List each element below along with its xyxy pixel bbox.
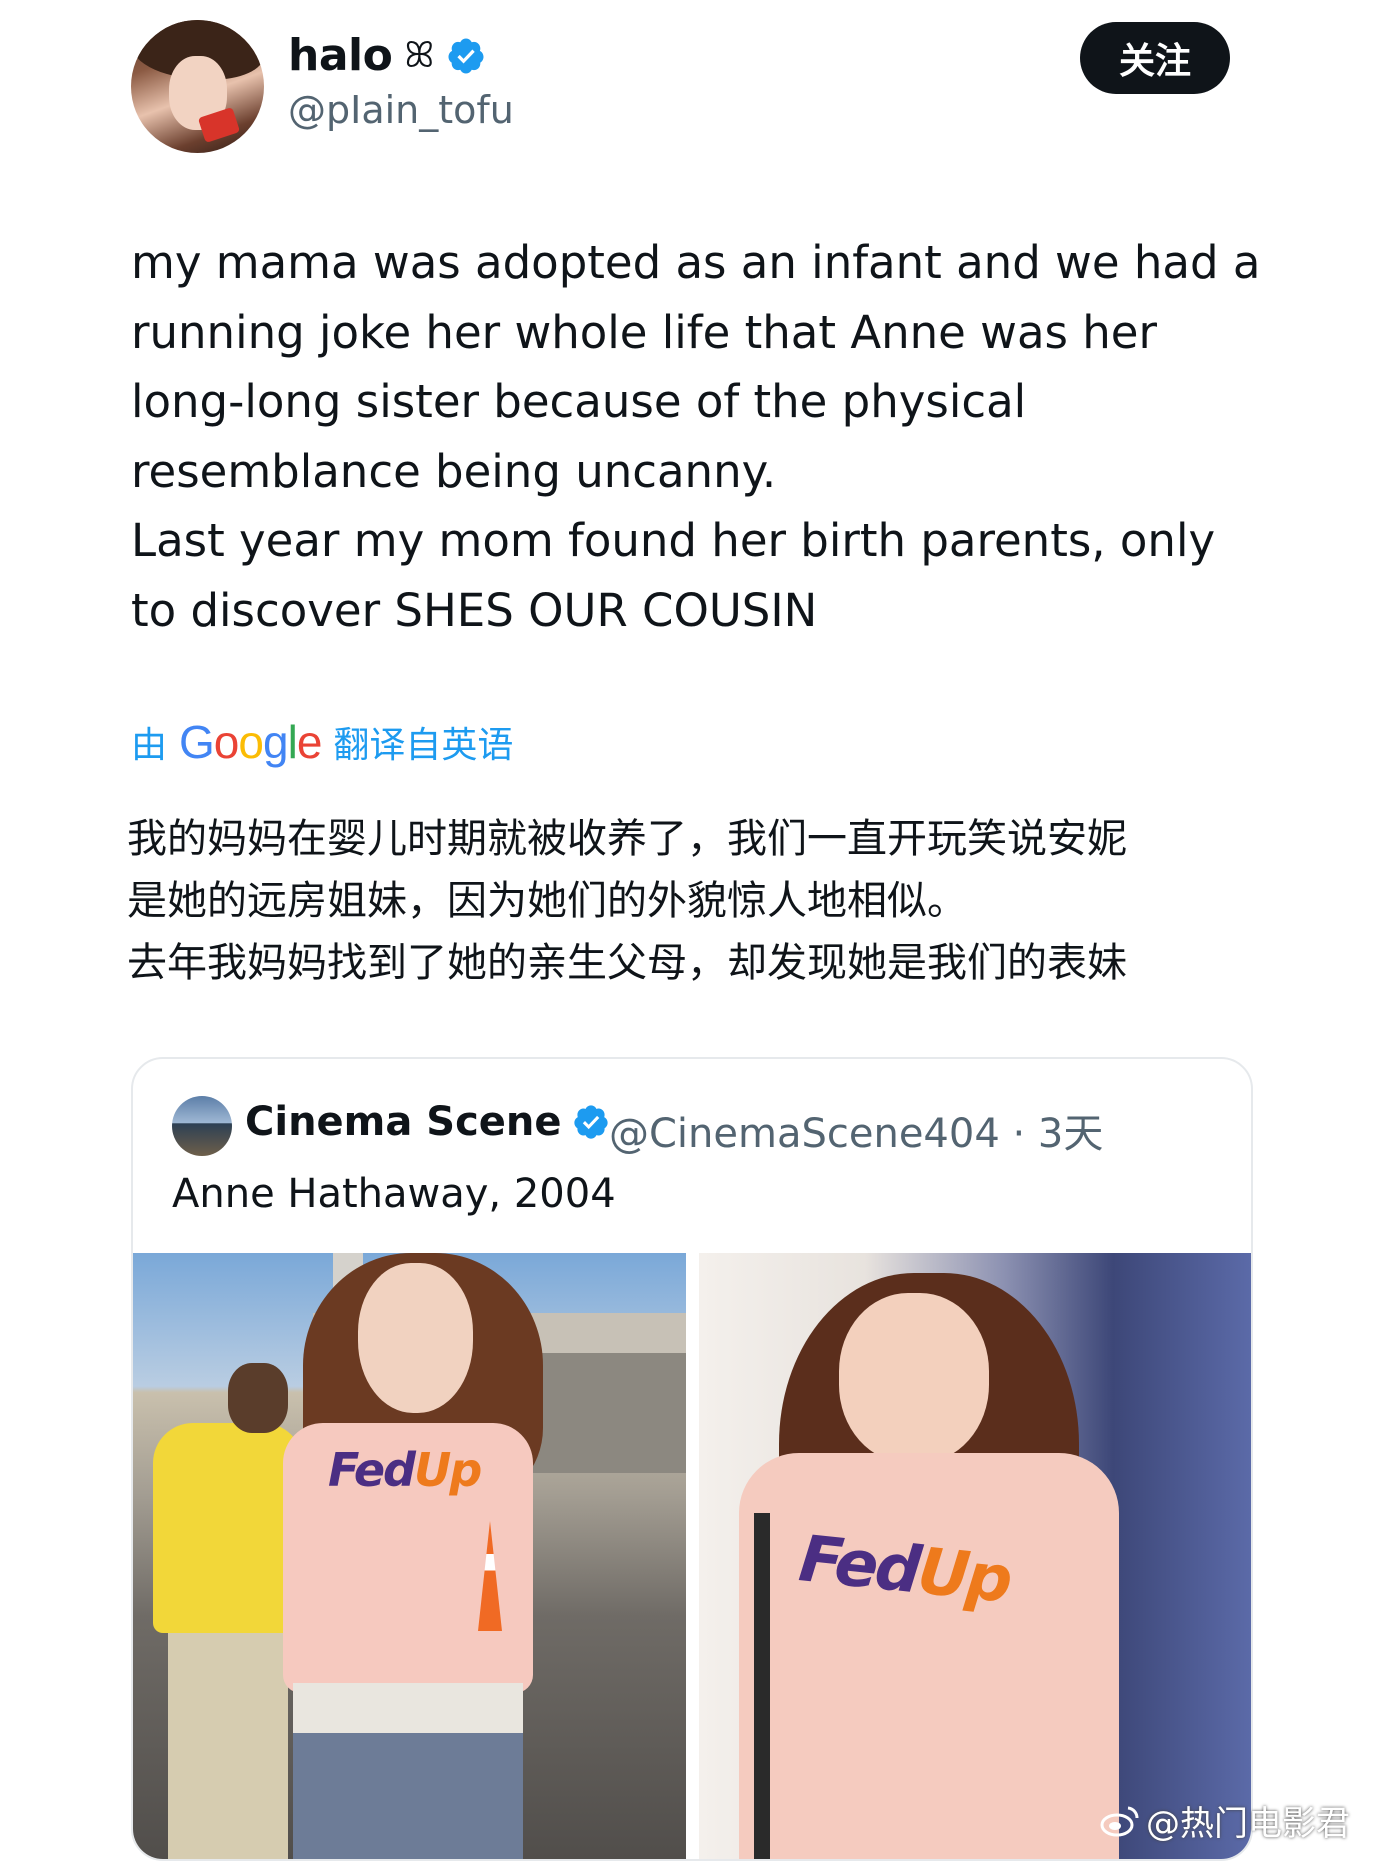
quoted-photo-1[interactable]: FedUp xyxy=(133,1253,686,1859)
photo-woman-face xyxy=(358,1263,473,1413)
follow-button[interactable]: 关注 xyxy=(1080,22,1230,94)
photo-woman-shirt xyxy=(739,1453,1119,1859)
author-handle[interactable]: @pIain_tofu xyxy=(288,88,514,132)
verified-badge-icon xyxy=(573,1105,608,1139)
watermark-text: @热门电影君 xyxy=(1146,1804,1350,1844)
translation-attribution[interactable]: 由 Google 翻译自英语 xyxy=(131,715,513,769)
watermark: @热门电影君 xyxy=(1100,1796,1350,1845)
quoted-author-avatar[interactable] xyxy=(172,1096,232,1156)
photo-woman-face xyxy=(839,1293,989,1463)
photo-guard-body xyxy=(153,1423,303,1633)
verified-badge-icon xyxy=(448,38,484,73)
photo-guard-head xyxy=(228,1363,288,1433)
quoted-tweet-card[interactable]: Cinema Scene @CinemaScene404 · 3天 Anne H… xyxy=(131,1057,1253,1861)
quoted-author-name-row[interactable]: Cinema Scene xyxy=(245,1099,610,1145)
translated-text: 我的妈妈在婴儿时期就被收养了，我们一直开玩笑说安妮 是她的远房姐妹，因为她们的外… xyxy=(127,816,1127,986)
microphone-stand xyxy=(754,1513,770,1859)
shirt-print: FedUp xyxy=(328,1443,482,1497)
quoted-photo-2[interactable]: FedUp xyxy=(699,1253,1251,1859)
translate-prefix: 由 xyxy=(131,725,168,766)
quoted-handle-and-time[interactable]: @CinemaScene404 · 3天 xyxy=(609,1101,1103,1159)
author-name-row[interactable]: halo ꕤ xyxy=(288,30,486,81)
translate-suffix: 翻译自英语 xyxy=(333,725,514,766)
quoted-tweet-text: Anne Hathaway, 2004 xyxy=(172,1171,616,1217)
photo-woman-belt xyxy=(293,1683,523,1739)
weibo-logo-icon xyxy=(1100,1806,1139,1836)
photo-guard-legs xyxy=(168,1633,288,1859)
name-glyph: ꕤ xyxy=(404,34,434,76)
author-display-name[interactable]: halo xyxy=(288,30,393,81)
photo-woman-jeans xyxy=(293,1733,523,1859)
google-logo-icon: Google xyxy=(179,716,322,768)
quoted-author-display-name[interactable]: Cinema Scene xyxy=(245,1099,562,1145)
author-avatar[interactable] xyxy=(131,20,264,153)
tweet-text: my mama was adopted as an infant and we … xyxy=(131,236,1261,637)
